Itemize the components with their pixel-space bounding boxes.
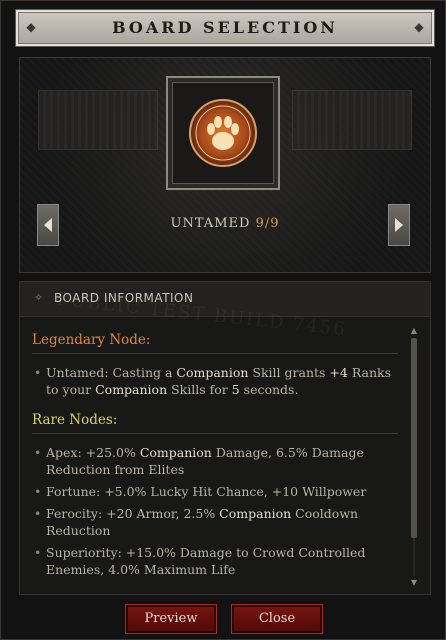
rare-node-text: Superiority: +15.0% Damage to Crowd Cont… bbox=[32, 544, 398, 578]
next-board-button[interactable] bbox=[388, 204, 410, 246]
diamond-icon: ✧ bbox=[34, 291, 44, 304]
scroll-thumb[interactable] bbox=[411, 338, 417, 538]
board-information-panel: ✧ BOARD INFORMATION PUBLIC TEST BUILD 74… bbox=[19, 281, 431, 595]
rare-node-text: Apex: +25.0% Companion Damage, 6.5% Dama… bbox=[32, 444, 398, 478]
board-name: UNTAMED bbox=[170, 216, 251, 231]
board-count: 9/9 bbox=[255, 216, 280, 231]
title-bar: ◆ BOARD SELECTION ◆ bbox=[15, 9, 435, 47]
board-selection-window: ◆ BOARD SELECTION ◆ UNTAMED 9/9 ✧ BOARD … bbox=[0, 0, 446, 640]
close-button[interactable]: Close bbox=[231, 604, 323, 634]
ornament-icon: ◆ bbox=[414, 20, 424, 34]
arrow-right-icon bbox=[395, 218, 403, 232]
board-preview-area: UNTAMED 9/9 bbox=[19, 57, 431, 273]
preview-button[interactable]: Preview bbox=[125, 604, 217, 634]
scrollbar[interactable]: ▲ ▼ bbox=[408, 326, 420, 588]
scroll-down-icon[interactable]: ▼ bbox=[408, 578, 420, 588]
divider bbox=[32, 433, 398, 434]
board-glyph bbox=[166, 76, 280, 190]
decorative-plate bbox=[292, 90, 412, 150]
rare-node-text: Ferocity: +20 Armor, 2.5% Companion Cool… bbox=[32, 505, 398, 539]
decorative-plate bbox=[38, 90, 158, 150]
rare-title: Rare Nodes: bbox=[32, 412, 118, 428]
window-title: BOARD SELECTION bbox=[112, 18, 338, 37]
paw-print-icon bbox=[189, 99, 257, 167]
legendary-node-text: Untamed: Casting a Companion Skill grant… bbox=[32, 364, 398, 398]
board-name-label: UNTAMED 9/9 bbox=[20, 216, 430, 231]
scroll-up-icon[interactable]: ▲ bbox=[408, 326, 420, 336]
board-details[interactable]: Legendary Node: Untamed: Casting a Compa… bbox=[32, 326, 398, 586]
legendary-title: Legendary Node: bbox=[32, 332, 151, 348]
divider bbox=[32, 353, 398, 354]
rare-node-text: Fortune: +5.0% Lucky Hit Chance, +10 Wil… bbox=[32, 483, 398, 500]
